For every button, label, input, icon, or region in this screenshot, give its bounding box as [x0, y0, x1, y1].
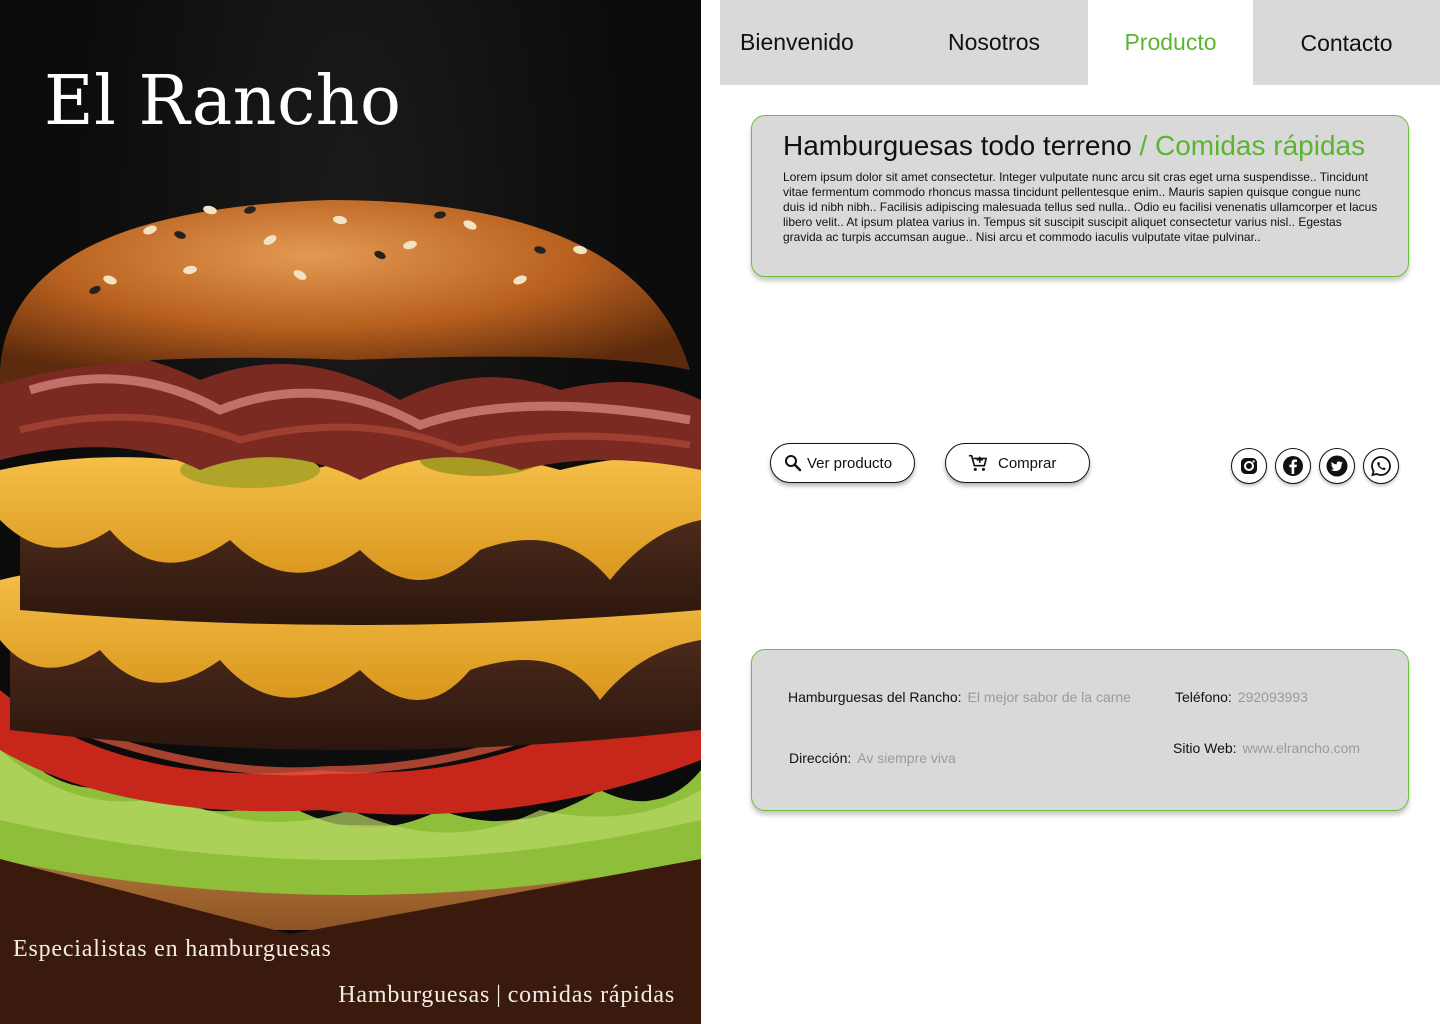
whatsapp-icon[interactable]	[1363, 448, 1399, 484]
hero-panel: El Rancho Especialistas en hamburguesas …	[0, 0, 701, 1024]
address-info: Dirección: Av siempre viva	[789, 750, 956, 766]
view-product-label: Ver producto	[807, 454, 893, 472]
business-info: Hamburguesas del Rancho: El mejor sabor d…	[788, 689, 1131, 705]
nav-contacto[interactable]: Contacto	[1253, 0, 1440, 85]
subtag-left: Hamburguesas	[338, 982, 491, 1008]
product-title-main: Hamburguesas todo terreno	[783, 130, 1132, 161]
nav-producto[interactable]: Producto	[1088, 0, 1253, 85]
subtag-separator: |	[496, 982, 502, 1008]
product-title: Hamburguesas todo terreno / Comidas rápi…	[783, 130, 1378, 162]
top-nav: Bienvenido Nosotros Producto Contacto	[720, 0, 1440, 85]
address-value: Av siempre viva	[857, 750, 956, 766]
contact-info-card: Hamburguesas del Rancho: El mejor sabor d…	[751, 649, 1409, 811]
twitter-icon[interactable]	[1319, 448, 1355, 484]
instagram-icon[interactable]	[1231, 448, 1267, 484]
brand-tagline: Especialistas en hamburguesas	[13, 936, 332, 962]
product-card: Hamburguesas todo terreno / Comidas rápi…	[751, 115, 1409, 277]
address-label: Dirección:	[789, 750, 852, 766]
business-value: El mejor sabor de la carne	[967, 689, 1131, 705]
product-title-accent: / Comidas rápidas	[1139, 130, 1366, 161]
facebook-icon[interactable]	[1275, 448, 1311, 484]
burger-image	[0, 200, 701, 930]
buy-button[interactable]: Comprar	[945, 443, 1090, 483]
search-icon	[783, 453, 803, 473]
nav-bienvenido[interactable]: Bienvenido	[720, 0, 900, 85]
social-links	[1231, 448, 1399, 484]
website-label: Sitio Web:	[1173, 740, 1237, 756]
brand-subtagline: Hamburguesas | comidas rápidas	[338, 982, 675, 1009]
nav-nosotros[interactable]: Nosotros	[900, 0, 1088, 85]
business-label: Hamburguesas del Rancho:	[788, 689, 962, 705]
view-product-button[interactable]: Ver producto	[770, 443, 915, 483]
phone-info: Teléfono: 292093993	[1175, 689, 1308, 705]
product-description: Lorem ipsum dolor sit amet consectetur. …	[783, 170, 1378, 244]
buy-label: Comprar	[998, 454, 1057, 472]
website-info: Sitio Web: www.elrancho.com	[1173, 740, 1360, 756]
brand-title: El Rancho	[44, 62, 402, 141]
phone-value: 292093993	[1237, 689, 1308, 705]
website-link[interactable]: www.elrancho.com	[1243, 740, 1361, 756]
cart-icon	[968, 453, 988, 473]
subtag-right: comidas rápidas	[507, 982, 675, 1008]
phone-label: Teléfono:	[1175, 689, 1232, 705]
